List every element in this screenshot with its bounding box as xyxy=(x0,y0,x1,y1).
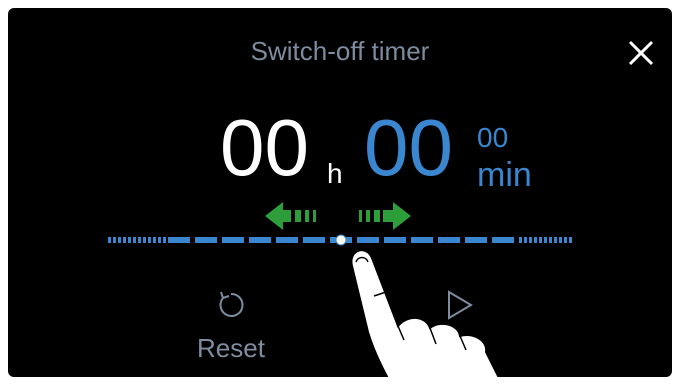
reset-icon xyxy=(219,291,244,317)
slider-tick xyxy=(249,237,271,243)
slider-tick xyxy=(163,237,166,243)
slider-tick xyxy=(123,237,126,243)
hours-unit: h xyxy=(327,158,343,189)
slider-tick xyxy=(138,237,141,243)
slider-tick xyxy=(148,237,151,243)
slider-tick xyxy=(108,237,111,243)
slider-tick xyxy=(539,237,542,243)
swipe-hint xyxy=(265,202,411,230)
slider-tick xyxy=(153,237,156,243)
minutes-unit: min xyxy=(477,156,532,194)
slider-tick xyxy=(195,237,217,243)
slider-tick xyxy=(168,237,190,243)
slider-tick xyxy=(158,237,161,243)
slider-tick xyxy=(113,237,116,243)
minutes-value: 00 xyxy=(364,103,453,192)
slider-tick xyxy=(118,237,121,243)
swipe-right-arrow-icon xyxy=(359,202,411,230)
reset-label: Reset xyxy=(197,333,265,363)
swipe-left-arrow-icon xyxy=(265,202,316,230)
slider-tick xyxy=(222,237,244,243)
reset-button[interactable]: Reset xyxy=(176,288,286,364)
close-icon[interactable] xyxy=(624,36,658,70)
seconds-value: 00 xyxy=(477,122,509,153)
slider-tick xyxy=(564,237,567,243)
slider-tick xyxy=(554,237,557,243)
slider-tick xyxy=(303,237,325,243)
slider-tick xyxy=(549,237,552,243)
slider-tick xyxy=(128,237,131,243)
page-title: Switch-off timer xyxy=(250,36,430,66)
hours-value: 00 xyxy=(220,103,309,192)
slider-tick xyxy=(143,237,146,243)
timer-screen: Switch-off timer 00 h 00 00 min Reset xyxy=(8,8,672,377)
slider-tick xyxy=(276,237,298,243)
slider-tick xyxy=(559,237,562,243)
slider-tick xyxy=(133,237,136,243)
slider-tick xyxy=(544,237,547,243)
slider-tick xyxy=(569,237,572,243)
pointing-hand-icon xyxy=(350,249,500,377)
